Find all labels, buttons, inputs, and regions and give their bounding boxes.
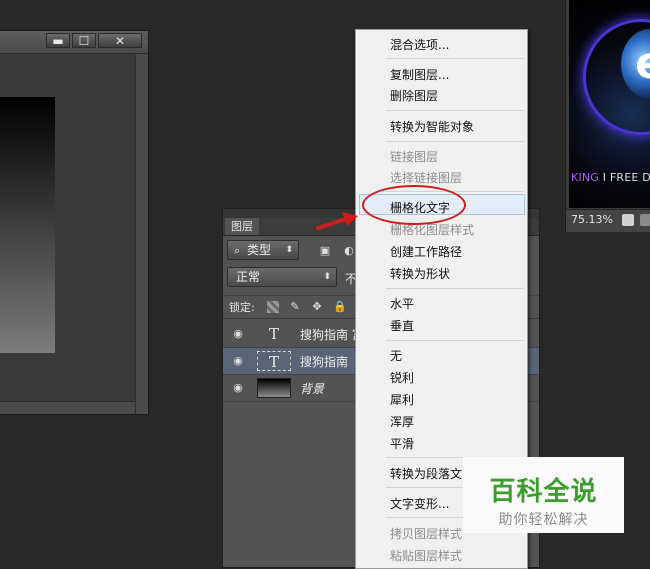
- menu-item-copy-layer-style: 拷贝图层样式: [390, 527, 463, 541]
- tab-layers[interactable]: 图层: [225, 218, 259, 235]
- watermark-title: 百科全说: [489, 477, 598, 507]
- menu-item-antialias-strong[interactable]: 浑厚: [390, 413, 414, 430]
- menu-item-blending-options[interactable]: 混合选项...: [390, 36, 449, 53]
- menu-item-delete-layer[interactable]: 删除图层: [390, 87, 438, 104]
- maximize-button[interactable]: ☐: [72, 33, 96, 48]
- search-icon: ⌕: [234, 244, 241, 257]
- canvas-tagline: KING I FREE DR: [571, 171, 650, 184]
- document-workarea[interactable]: [0, 54, 135, 412]
- menu-separator: [386, 288, 524, 289]
- text-layer-thumbnail-icon: T: [257, 351, 291, 371]
- horizontal-scrollbar[interactable]: [0, 401, 135, 414]
- menu-item-horizontal[interactable]: 水平: [390, 295, 414, 312]
- menu-separator: [386, 58, 524, 59]
- layer-name[interactable]: 背景: [300, 380, 324, 397]
- close-button[interactable]: ✕: [98, 33, 142, 48]
- document-window-left: ▬ ☐ ✕: [0, 30, 149, 415]
- document-info-icon[interactable]: [622, 214, 634, 226]
- updown-arrow-icon: ⬍: [323, 272, 331, 282]
- menu-item-vertical[interactable]: 垂直: [390, 317, 414, 334]
- layer-name[interactable]: 搜狗指南: [300, 353, 348, 370]
- document-title-bar[interactable]: ▬ ☐ ✕: [0, 31, 148, 54]
- blend-mode-select[interactable]: 正常 ⬍: [227, 267, 337, 287]
- window-controls: ▬ ☐ ✕: [46, 33, 142, 48]
- document-canvas[interactable]: [0, 97, 55, 353]
- lock-paint-brush-icon[interactable]: ✎: [289, 301, 301, 313]
- tagline-highlight: KING: [571, 171, 600, 184]
- menu-item-select-linked-layers: 选择链接图层: [390, 171, 463, 185]
- annotation-ellipse: [362, 185, 466, 225]
- watermark-logo: 百科全说 助你轻松解决: [463, 457, 624, 533]
- menu-item-antialias-none[interactable]: 无: [390, 347, 402, 364]
- watermark-subtitle: 助你轻松解决: [498, 512, 589, 528]
- menu-item-convert-to-shape[interactable]: 转换为形状: [390, 265, 450, 282]
- menu-item-antialias-sharp[interactable]: 锐利: [390, 369, 414, 386]
- zoom-level[interactable]: 75.13%: [571, 213, 613, 226]
- image-filter-icon[interactable]: ▣: [319, 245, 331, 257]
- menu-item-link-layers: 链接图层: [390, 150, 439, 164]
- visibility-eye-icon[interactable]: ◉: [232, 328, 244, 339]
- visibility-eye-icon[interactable]: ◉: [232, 382, 244, 393]
- minimize-button[interactable]: ▬: [46, 33, 70, 48]
- background-layer-thumbnail: [257, 378, 291, 398]
- document-window-right: e KING I FREE DR 75.13%: [565, 0, 650, 232]
- menu-item-convert-to-paragraph[interactable]: 转换为段落文: [390, 465, 462, 482]
- menu-item-create-work-path[interactable]: 创建工作路径: [390, 243, 462, 260]
- visibility-eye-icon[interactable]: ◉: [232, 355, 244, 366]
- menu-separator: [386, 141, 524, 142]
- menu-item-paste-layer-style: 粘贴图层样式: [390, 549, 463, 563]
- tagline-rest: I FREE DR: [602, 171, 650, 184]
- menu-separator: [386, 340, 524, 341]
- menu-item-antialias-crisp[interactable]: 犀利: [390, 391, 414, 408]
- menu-item-antialias-smooth[interactable]: 平滑: [390, 435, 414, 452]
- blend-mode-value: 正常: [236, 270, 261, 284]
- lock-position-icon[interactable]: ✥: [311, 301, 323, 313]
- layer-filter-select[interactable]: ⌕ 类型 ⬍: [227, 240, 299, 260]
- document-canvas-image[interactable]: e KING I FREE DR: [569, 0, 650, 208]
- lock-all-icon[interactable]: 🔒: [333, 301, 347, 313]
- lock-transparent-icon[interactable]: [267, 301, 279, 313]
- menu-separator: [386, 110, 524, 111]
- menu-item-convert-smart-object[interactable]: 转换为智能对象: [390, 118, 474, 135]
- menu-item-warp-text[interactable]: 文字变形...: [390, 495, 449, 512]
- document-status-bar: 75.13%: [566, 209, 650, 232]
- annotation-arrow-icon: [316, 212, 358, 230]
- menu-item-duplicate-layer[interactable]: 复制图层...: [390, 66, 449, 83]
- filter-kind-label: 类型: [247, 243, 272, 257]
- status-arrow-icon[interactable]: [640, 214, 650, 226]
- text-layer-thumbnail-icon: T: [268, 325, 279, 343]
- updown-arrow-icon: ⬍: [285, 245, 293, 255]
- lock-label: 锁定:: [229, 301, 255, 314]
- adjustment-filter-icon[interactable]: ◐: [343, 245, 355, 257]
- vertical-scrollbar[interactable]: [135, 54, 148, 414]
